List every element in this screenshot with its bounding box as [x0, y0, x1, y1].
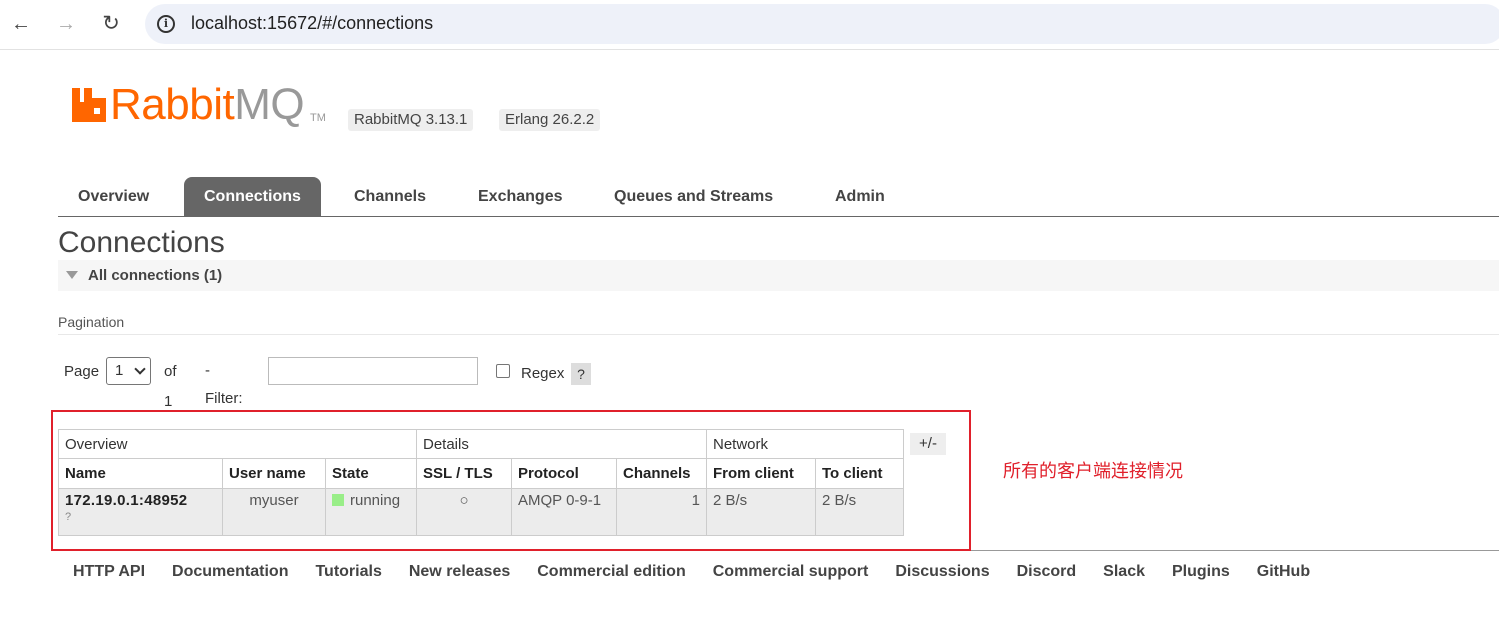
footer-links: HTTP API Documentation Tutorials New releas…	[73, 563, 1337, 583]
browser-toolbar: ← → ↻ i localhost:15672/#/connections	[0, 0, 1499, 50]
col-ssl-tls[interactable]: SSL / TLS	[416, 458, 512, 489]
footer-link-github[interactable]: GitHub	[1257, 563, 1310, 580]
footer-link-discussions[interactable]: Discussions	[895, 563, 989, 580]
section-title: All connections (1)	[88, 267, 223, 284]
footer-link-discord[interactable]: Discord	[1017, 563, 1077, 580]
tab-overview[interactable]: Overview	[58, 177, 169, 216]
reload-icon[interactable]: ↻	[98, 11, 124, 37]
table-row: 172.19.0.1:48952 ? myuser running ○ AMQP…	[58, 488, 904, 536]
page-select[interactable]: 1	[106, 357, 151, 385]
collapse-triangle-icon	[66, 271, 78, 279]
col-state[interactable]: State	[325, 458, 417, 489]
col-user-name[interactable]: User name	[222, 458, 326, 489]
trademark-mark: TM	[310, 112, 326, 124]
cell-user-name: myuser	[222, 488, 326, 536]
footer-link-commercial-support[interactable]: Commercial support	[713, 563, 869, 580]
connections-table: Overview Details Network Name User name …	[58, 429, 904, 536]
cell-state: running	[325, 488, 417, 536]
connection-client-info: ?	[65, 511, 72, 523]
url-text[interactable]: localhost:15672/#/connections	[191, 13, 433, 34]
footer-link-documentation[interactable]: Documentation	[172, 563, 288, 580]
chevron-down-icon	[134, 363, 146, 375]
footer-link-http-api[interactable]: HTTP API	[73, 563, 145, 580]
annotation-text: 所有的客户端连接情况	[1003, 461, 1183, 481]
col-to-client[interactable]: To client	[815, 458, 904, 489]
back-arrow-icon[interactable]: ←	[8, 11, 34, 37]
forward-arrow-icon[interactable]: →	[53, 11, 79, 37]
regex-label: Regex	[521, 365, 565, 382]
cell-ssl-tls: ○	[416, 488, 512, 536]
cell-channels: 1	[616, 488, 707, 536]
footer-link-new-releases[interactable]: New releases	[409, 563, 510, 580]
logo-wordmark: RabbitMQ	[110, 80, 305, 129]
group-header-details: Details	[416, 429, 707, 459]
page-count-label: of 1	[164, 363, 177, 410]
cell-from-client: 2 B/s	[706, 488, 816, 536]
cell-name[interactable]: 172.19.0.1:48952 ?	[58, 488, 223, 536]
col-channels[interactable]: Channels	[616, 458, 707, 489]
tab-queues-and-streams[interactable]: Queues and Streams	[594, 177, 793, 216]
erlang-version-badge: Erlang 26.2.2	[499, 109, 601, 131]
tab-exchanges[interactable]: Exchanges	[458, 177, 582, 216]
col-from-client[interactable]: From client	[706, 458, 816, 489]
pagination-label: Pagination	[58, 314, 125, 330]
filter-label: - Filter:	[205, 362, 243, 407]
tab-channels[interactable]: Channels	[334, 177, 446, 216]
footer-link-slack[interactable]: Slack	[1103, 563, 1145, 580]
col-name[interactable]: Name	[58, 458, 223, 489]
footer-link-plugins[interactable]: Plugins	[1172, 563, 1230, 580]
regex-checkbox[interactable]	[496, 364, 510, 378]
address-bar[interactable]: i localhost:15672/#/connections	[145, 4, 1499, 44]
tab-admin[interactable]: Admin	[815, 177, 905, 216]
connection-link[interactable]: 172.19.0.1:48952	[65, 492, 216, 509]
page-label: Page	[64, 363, 100, 380]
cell-to-client: 2 B/s	[815, 488, 904, 536]
running-status-icon	[332, 494, 344, 506]
all-connections-toggle[interactable]: All connections (1)	[58, 260, 1499, 291]
pagination-divider	[58, 334, 1499, 335]
group-header-network: Network	[706, 429, 904, 459]
tab-connections[interactable]: Connections	[184, 177, 321, 216]
cell-protocol: AMQP 0-9-1	[511, 488, 617, 536]
rabbitmq-logo-icon	[72, 88, 106, 122]
main-tabs: Overview Connections Channels Exchanges …	[58, 177, 1499, 217]
footer-link-commercial-edition[interactable]: Commercial edition	[537, 563, 685, 580]
column-toggle-button[interactable]: +/-	[910, 433, 946, 455]
footer-link-tutorials[interactable]: Tutorials	[315, 563, 381, 580]
footer-divider	[971, 550, 1499, 551]
site-info-icon[interactable]: i	[157, 15, 175, 33]
page-title: Connections	[58, 226, 225, 259]
rabbitmq-version-badge: RabbitMQ 3.13.1	[348, 109, 474, 131]
col-protocol[interactable]: Protocol	[511, 458, 617, 489]
regex-help-button[interactable]: ?	[571, 363, 591, 385]
group-header-overview: Overview	[58, 429, 417, 459]
filter-input[interactable]	[268, 357, 478, 385]
